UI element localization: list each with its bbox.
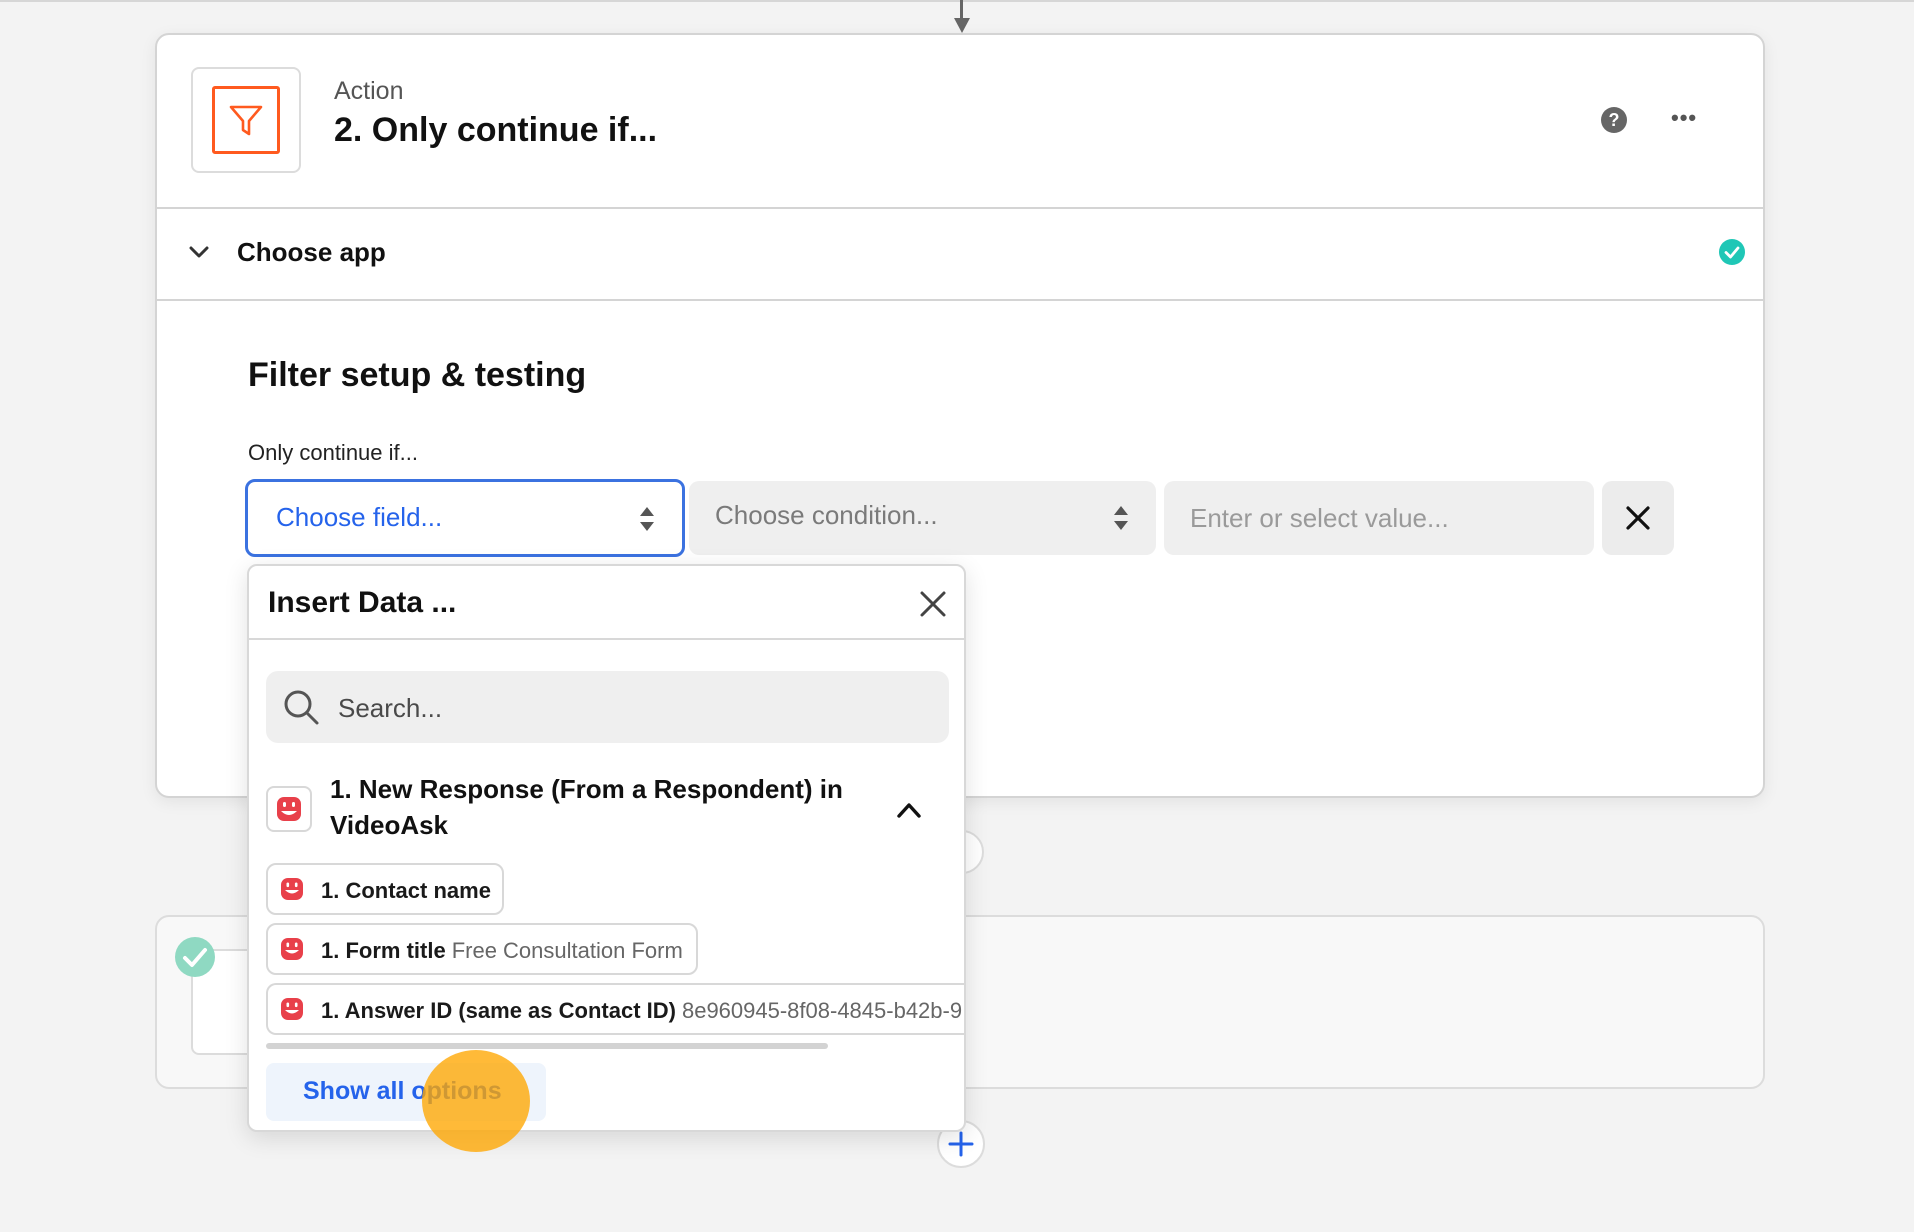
choose-condition-select[interactable]: Choose condition... <box>689 481 1156 555</box>
search-icon <box>284 690 319 725</box>
data-option-label: 1. Contact name <box>321 878 491 903</box>
data-option-label: 1. Answer ID (same as Contact ID) 8e96094… <box>321 998 963 1023</box>
rule-label: Only continue if... <box>248 440 418 465</box>
choose-app-label: Choose app <box>237 237 386 267</box>
remove-rule-button[interactable] <box>1602 481 1674 555</box>
data-option-contact-name[interactable]: 1. Contact name <box>266 863 504 915</box>
close-icon[interactable] <box>917 588 949 620</box>
data-option-value: 8e960945-8f08-4845-b42b-9 <box>681 998 963 1023</box>
data-group-header[interactable]: 1. New Response (From a Respondent) in V… <box>266 771 949 851</box>
search-input[interactable] <box>336 671 940 745</box>
plus-icon <box>948 1131 974 1157</box>
data-option-answer-id[interactable]: 1. Answer ID (same as Contact ID) 8e96094… <box>266 983 964 1035</box>
sort-arrows-icon <box>1114 506 1128 530</box>
videoask-icon <box>281 938 303 960</box>
search-box[interactable] <box>266 671 949 745</box>
app-icon-box <box>191 67 301 173</box>
data-option-form-title[interactable]: 1. Form title Free Consultation Form <box>266 923 698 975</box>
step-header[interactable]: Action 2. Only continue if... ? ••• <box>157 35 1763 209</box>
choose-condition-text: Choose condition... <box>715 500 938 530</box>
step-title: 2. Only continue if... <box>334 111 658 149</box>
more-horizontal-icon[interactable]: ••• <box>1671 105 1697 131</box>
insert-data-popover: Insert Data ... 1. New Response (From a … <box>247 564 966 1132</box>
flow-arrow-icon <box>954 0 970 33</box>
chevron-up-icon[interactable] <box>893 796 925 824</box>
show-all-options-label: Show all options <box>303 1077 502 1105</box>
choose-app-section[interactable]: Choose app <box>157 209 1763 301</box>
choose-field-text: Choose field... <box>276 502 443 532</box>
horizontal-scrollbar[interactable] <box>266 1043 828 1049</box>
sort-arrows-icon <box>640 507 654 531</box>
value-input[interactable] <box>1164 481 1594 555</box>
data-option-label: 1. Form title Free Consultation Form <box>321 938 683 963</box>
show-all-options-button[interactable]: Show all options <box>266 1063 546 1121</box>
chevron-down-icon[interactable] <box>184 237 214 267</box>
step-kind-label: Action <box>334 77 404 105</box>
choose-field-select[interactable]: Choose field... <box>245 479 685 557</box>
videoask-icon <box>281 878 303 900</box>
data-group-title: 1. New Response (From a Respondent) in V… <box>330 774 843 840</box>
check-circle-icon <box>1719 239 1745 265</box>
filter-icon <box>212 86 280 154</box>
videoask-app-icon <box>266 786 312 832</box>
popover-title: Insert Data ... <box>268 586 457 619</box>
close-icon <box>1626 506 1650 530</box>
check-circle-icon <box>175 937 215 977</box>
videoask-icon <box>281 998 303 1020</box>
filter-setup-heading: Filter setup & testing <box>248 356 587 394</box>
help-icon[interactable]: ? <box>1601 107 1627 133</box>
data-option-value: Free Consultation Form <box>451 938 683 963</box>
popover-header: Insert Data ... <box>249 566 964 640</box>
